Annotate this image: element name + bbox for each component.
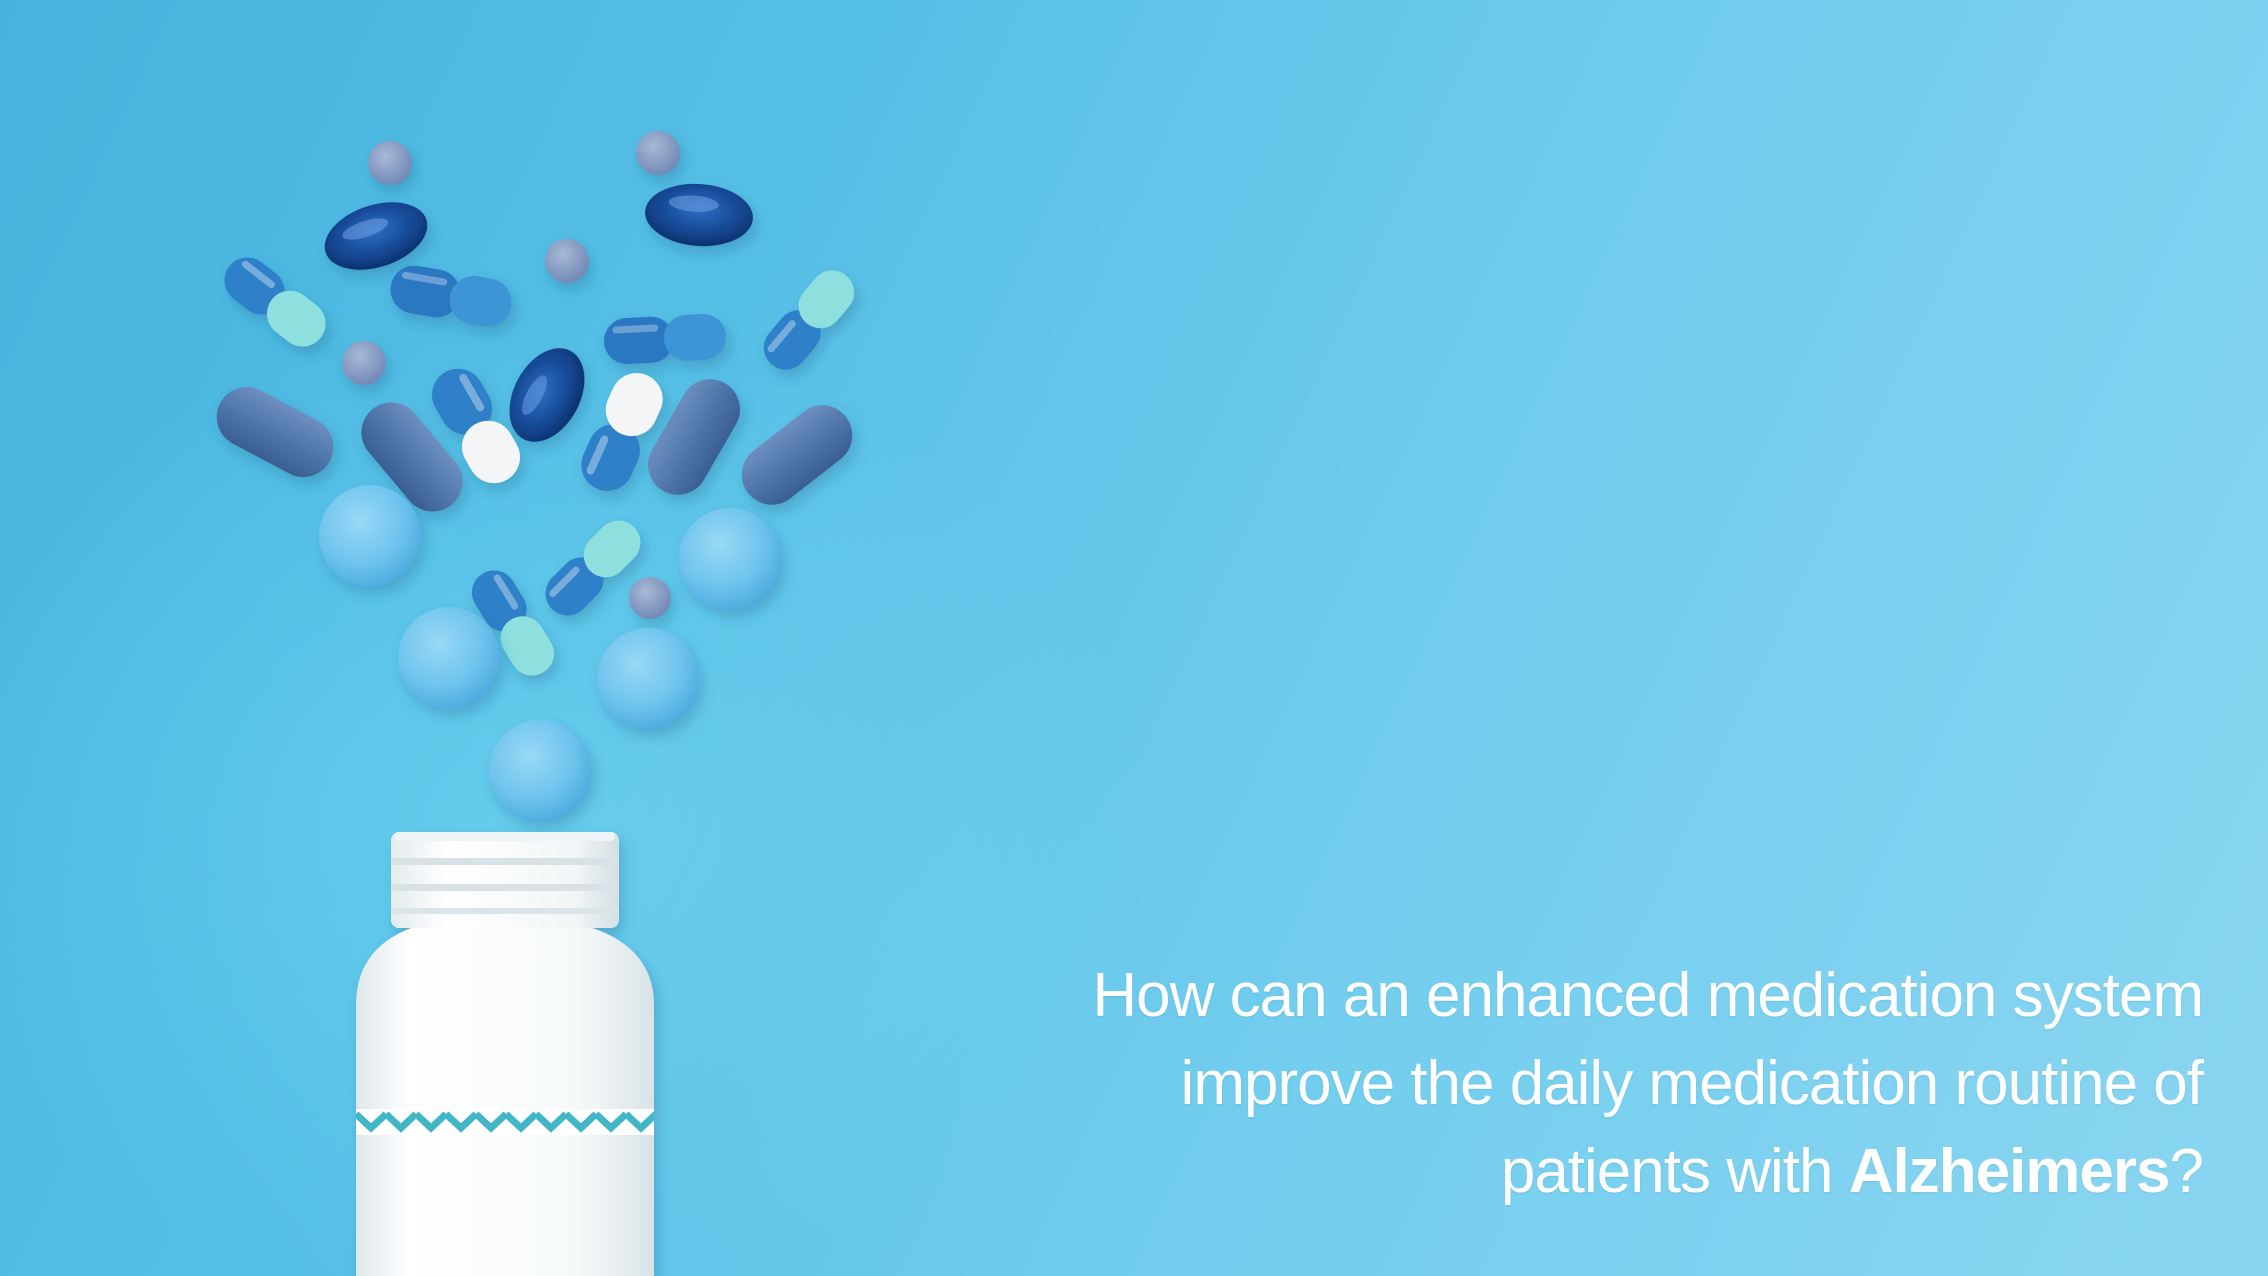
round-tablet — [597, 628, 699, 730]
headline-line-3-prefix: patients with — [1500, 1137, 1849, 1206]
hero-banner: How can an enhanced medication system im… — [0, 0, 2268, 1276]
round-tablet — [398, 607, 500, 709]
bottle-label-pattern — [356, 1109, 654, 1135]
small-tablet — [636, 131, 680, 175]
headline-emphasis-alzheimers: Alzheimers — [1848, 1137, 2171, 1206]
headline-line-1: How can an enhanced medication system — [1092, 961, 2204, 1030]
headline-line-3-suffix: ? — [2169, 1137, 2204, 1206]
oblong-tablet — [741, 405, 853, 505]
round-tablet — [489, 720, 591, 822]
headline-line-2: improve the daily medication routine of — [1180, 1049, 2204, 1118]
capsule-blue-mint — [763, 270, 855, 370]
small-tablet — [368, 141, 412, 185]
capsule-blue-mint — [224, 257, 326, 347]
small-tablet — [629, 577, 671, 619]
round-tablet — [679, 508, 781, 610]
capsule-blue — [390, 265, 512, 327]
oblong-tablet — [216, 386, 334, 478]
headline-question: How can an enhanced medication system im… — [803, 952, 2204, 1216]
pill-bottle — [356, 832, 654, 1276]
headline-line-3: patients with Alzheimers? — [803, 1128, 2204, 1216]
round-tablet — [319, 485, 421, 587]
softgel-capsule — [645, 183, 753, 247]
small-tablet — [342, 341, 386, 385]
small-tablet — [545, 239, 589, 283]
capsule-blue — [604, 314, 726, 364]
